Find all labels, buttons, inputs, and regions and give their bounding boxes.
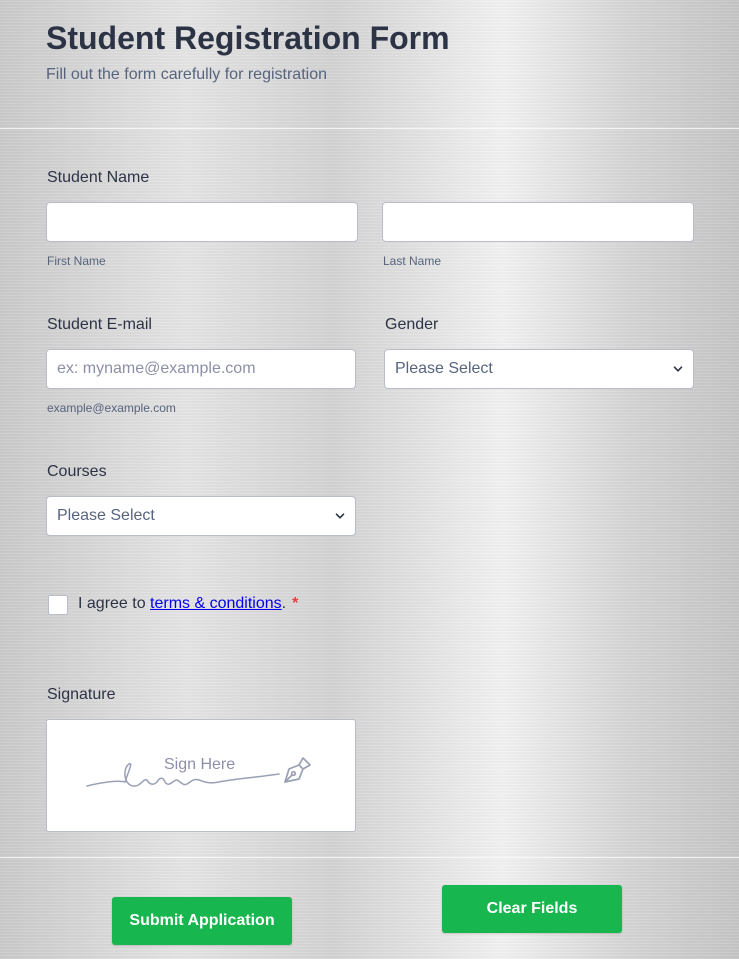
student-name-label: Student Name: [47, 169, 150, 186]
email-sublabel: example@example.com: [47, 401, 176, 415]
form-title: Student Registration Form: [46, 20, 450, 56]
submit-button[interactable]: Submit Application: [112, 897, 292, 945]
gender-select[interactable]: Please Select: [384, 349, 694, 389]
chevron-down-icon: [335, 513, 345, 519]
terms-prefix: I agree to: [78, 595, 151, 612]
email-label: Student E-mail: [47, 316, 152, 333]
chevron-down-icon: [673, 366, 683, 372]
header-divider: [0, 128, 739, 129]
terms-link[interactable]: terms & conditions: [150, 595, 282, 612]
terms-suffix: .: [281, 595, 287, 612]
gender-label: Gender: [385, 316, 439, 333]
gender-select-value: Please Select: [395, 360, 493, 377]
courses-label: Courses: [47, 463, 107, 480]
last-name-sublabel: Last Name: [383, 254, 442, 268]
pen-nib-icon: [284, 757, 311, 783]
first-name-sublabel: First Name: [47, 254, 106, 268]
first-name-input[interactable]: [46, 202, 358, 242]
required-mark: *: [292, 595, 299, 612]
footer-divider: [0, 857, 739, 858]
signature-pad[interactable]: Sign Here: [46, 719, 356, 832]
last-name-input[interactable]: [382, 202, 694, 242]
terms-checkbox[interactable]: [48, 595, 68, 615]
clear-fields-button[interactable]: Clear Fields: [442, 885, 622, 933]
email-input[interactable]: [46, 349, 356, 389]
terms-agreement: I agree to terms & conditions. *: [78, 595, 298, 613]
signature-label: Signature: [47, 686, 116, 703]
form-subtitle: Fill out the form carefully for registra…: [46, 66, 327, 83]
courses-select-value: Please Select: [57, 507, 155, 524]
courses-select[interactable]: Please Select: [46, 496, 356, 536]
